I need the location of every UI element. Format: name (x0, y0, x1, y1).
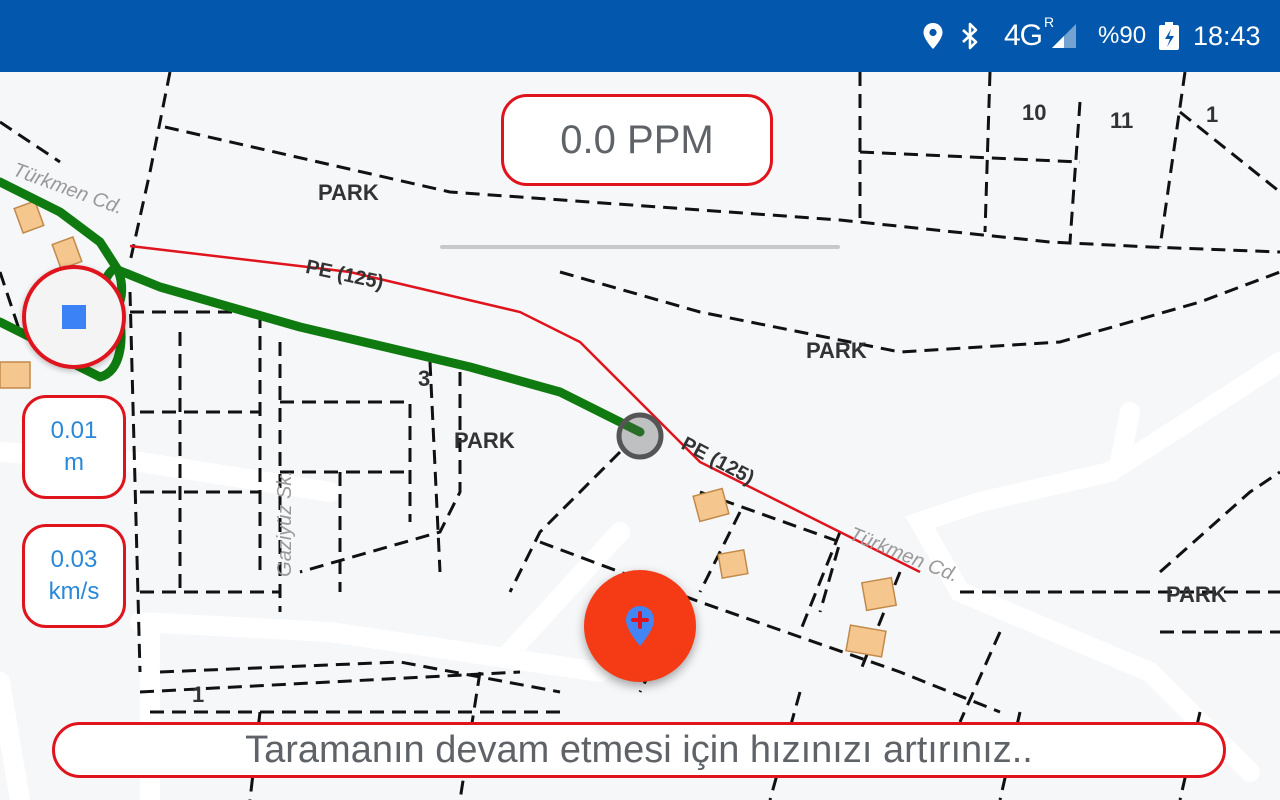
map-label-number: 10 (1022, 100, 1047, 125)
distance-value: 0.01 (50, 417, 98, 444)
speed-unit: km/s (48, 578, 100, 605)
map-label-street: Gaziyüz Sk. (273, 470, 296, 577)
signal-icon (1050, 0, 1078, 72)
add-location-button[interactable] (584, 570, 696, 682)
map-label-park: PARK (806, 338, 867, 363)
battery-icon (1158, 0, 1180, 72)
status-message-bar: Taramanın devam etmesi için hızınızı art… (52, 722, 1226, 778)
map-label-park: PARK (454, 428, 515, 453)
network-type: 4G (1004, 19, 1043, 52)
battery-percent: %90 (1098, 22, 1147, 49)
clock: 18:43 (1193, 20, 1261, 51)
map-label-number: 11 (1110, 108, 1134, 133)
drag-handle[interactable] (440, 245, 840, 249)
stop-button[interactable] (22, 265, 126, 369)
status-bar: 4G R %90 18:43 (0, 0, 1280, 72)
distance-box: 0.01 m (22, 395, 126, 499)
speed-box: 0.03 km/s (22, 524, 126, 628)
status-message: Taramanın devam etmesi için hızınızı art… (245, 728, 1033, 771)
speed-value: 0.03 (50, 546, 98, 573)
map-label-park: PARK (318, 180, 379, 205)
add-location-icon (626, 606, 654, 646)
ppm-readout: 0.0 PPM (501, 94, 773, 186)
current-location-marker (616, 412, 664, 460)
ppm-value: 0.0 PPM (560, 117, 714, 162)
stop-icon (62, 305, 86, 329)
pipe-line (129, 244, 921, 574)
bluetooth-icon (960, 0, 980, 72)
map-label-number: 1 (192, 682, 205, 707)
distance-unit: m (64, 449, 84, 476)
map-label-number: 3 (418, 366, 431, 391)
map-label-number: 1 (1206, 102, 1219, 127)
location-icon (922, 0, 944, 72)
map-label-park: PARK (1166, 582, 1227, 607)
